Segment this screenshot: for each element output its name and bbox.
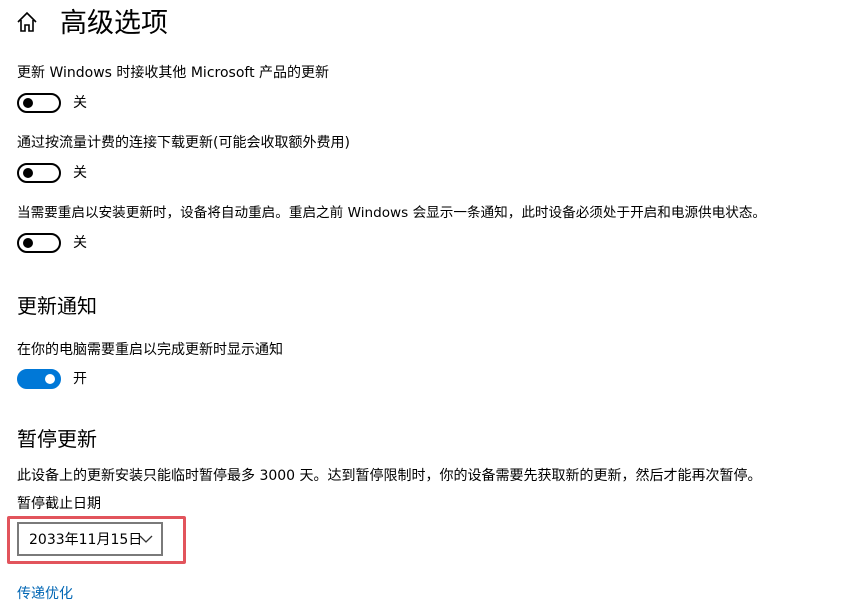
toggle-knob: [23, 238, 33, 248]
metered-download-state: 关: [73, 165, 87, 181]
chevron-down-icon: [139, 535, 153, 543]
page-title: 高级选项: [60, 8, 168, 39]
other-products-toggle[interactable]: [17, 93, 61, 113]
restart-notification-toggle[interactable]: [17, 369, 61, 389]
restart-notification-state: 开: [73, 371, 87, 387]
toggle-knob: [23, 98, 33, 108]
toggle-knob: [23, 168, 33, 178]
pause-until-date-value: 2033年11月15日: [29, 532, 143, 548]
pause-updates-heading: 暂停更新: [17, 427, 97, 451]
update-notifications-heading: 更新通知: [17, 294, 97, 318]
option-metered-label: 通过按流量计费的连接下载更新(可能会收取额外费用): [17, 135, 350, 151]
home-icon[interactable]: [16, 10, 38, 34]
other-products-state: 关: [73, 95, 87, 111]
pause-until-date-select[interactable]: 2033年11月15日: [17, 522, 163, 556]
auto-restart-toggle[interactable]: [17, 233, 61, 253]
option-auto-restart-label: 当需要重启以安装更新时，设备将自动重启。重启之前 Windows 会显示一条通知…: [17, 205, 767, 221]
pause-until-label: 暂停截止日期: [17, 496, 101, 512]
pause-updates-description: 此设备上的更新安装只能临时暂停最多 3000 天。达到暂停限制时，你的设备需要先…: [17, 468, 762, 484]
auto-restart-state: 关: [73, 235, 87, 251]
delivery-optimization-link[interactable]: 传递优化: [17, 584, 73, 604]
restart-notification-label: 在你的电脑需要重启以完成更新时显示通知: [17, 342, 283, 358]
option-other-products-label: 更新 Windows 时接收其他 Microsoft 产品的更新: [17, 65, 330, 81]
toggle-knob: [45, 374, 55, 384]
metered-download-toggle[interactable]: [17, 163, 61, 183]
